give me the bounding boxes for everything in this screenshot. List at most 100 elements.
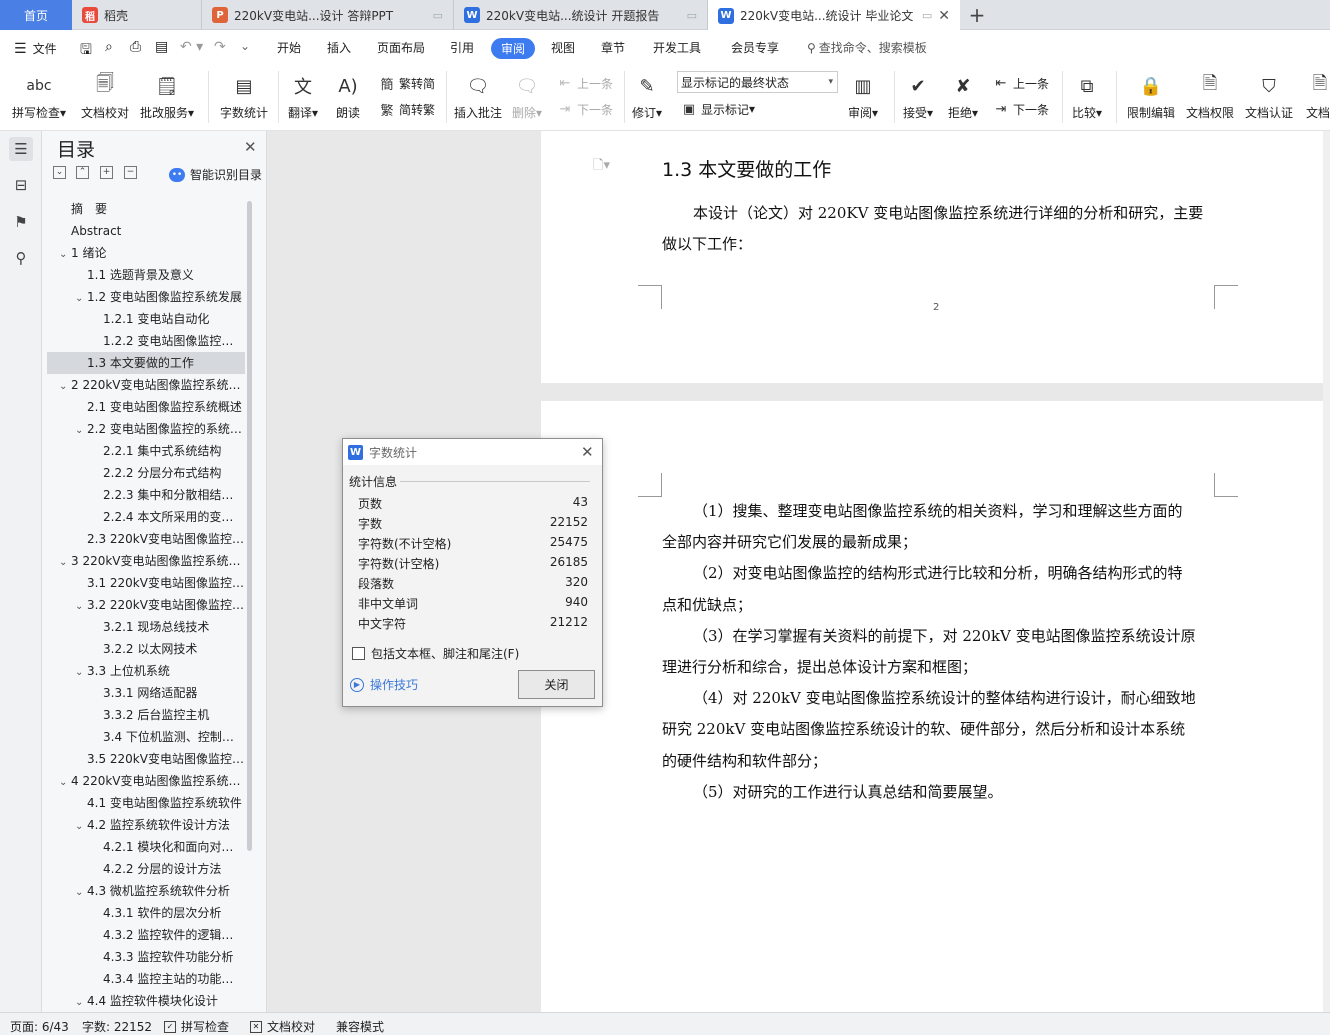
outline-item[interactable]: ⌄ 3.2 220kV变电站图像监控系统 (47, 594, 245, 616)
chevron-down-icon[interactable]: ⌄ (75, 816, 87, 836)
remove-heading-icon[interactable]: − (124, 166, 137, 179)
doc-permission-button[interactable]: 🗎 文档权限 (1186, 71, 1234, 121)
bookmark-icon[interactable]: ⚑ (9, 210, 33, 234)
next-change-button[interactable]: ⇥ 下一条 (992, 100, 1049, 118)
chevron-down-icon[interactable]: ⌄ (75, 992, 87, 1012)
review-pane-button[interactable]: ▥ 审阅▾ (848, 71, 878, 121)
menu-view[interactable]: 视图 (551, 39, 575, 56)
outline-item[interactable]: ⌄ 2.2 变电站图像监控的系统结构 (47, 418, 245, 440)
doc-cert-button[interactable]: ⛉ 文档认证 (1245, 71, 1293, 121)
chevron-down-icon[interactable]: ⌄ (75, 662, 87, 682)
outline-scrollbar[interactable] (247, 201, 252, 851)
annotate-service-button[interactable]: 🗒 批改服务▾ (140, 71, 194, 121)
outline-item[interactable]: ⌄ 3.3 上位机系统 (47, 660, 245, 682)
tab-home[interactable]: 首页 (0, 0, 72, 30)
outline-item[interactable]: ⌄ 4.4 监控软件模块化设计 (47, 990, 245, 1012)
outline-item[interactable]: 2.2.3 集中和分散相结合结构 (47, 484, 245, 506)
outline-item[interactable]: 1.1 选题背景及意义 (47, 264, 245, 286)
chevron-down-icon[interactable]: ⌄ (59, 552, 71, 572)
chevron-down-icon[interactable]: ⌄ (75, 596, 87, 616)
accept-button[interactable]: ✔ 接受▾ (903, 71, 933, 121)
spellcheck-button[interactable]: abc 拼写检查▾ (12, 71, 66, 121)
word-count-indicator[interactable]: 字数: 22152 (82, 1018, 152, 1035)
outline-item[interactable]: 4.3.4 监控主站的功能分析 (47, 968, 245, 990)
restrict-edit-button[interactable]: 🔒 限制编辑 (1127, 71, 1175, 121)
insert-comment-button[interactable]: 🗨 插入批注 (454, 71, 502, 121)
outline-item[interactable]: 4.2.2 分层的设计方法 (47, 858, 245, 880)
print-icon[interactable]: ⎙ (130, 39, 141, 55)
menu-member[interactable]: 会员专享 (731, 39, 779, 56)
proof-status[interactable]: ✕ 文档校对 (250, 1018, 315, 1035)
read-aloud-button[interactable]: A) 朗读 (334, 71, 362, 121)
outline-item[interactable]: ⌄ 2 220kV变电站图像监控系统结构 (47, 374, 245, 396)
add-heading-icon[interactable]: + (100, 166, 113, 179)
compare-button[interactable]: ⧉ 比较▾ (1072, 71, 1102, 121)
outline-item[interactable]: Abstract (47, 220, 245, 242)
outline-icon[interactable]: ☰ (9, 137, 33, 161)
outline-item[interactable]: ⌄ 4.2 监控系统软件设计方法 (47, 814, 245, 836)
outline-item[interactable]: 1.3 本文要做的工作 (47, 352, 245, 374)
outline-item[interactable]: 3.5 220kV变电站图像监控系统 (47, 748, 245, 770)
spellcheck-status[interactable]: ✓ 拼写检查 (164, 1018, 229, 1035)
close-icon[interactable]: ✕ (244, 138, 257, 156)
outline-item[interactable]: 3.1 220kV变电站图像监控系统 (47, 572, 245, 594)
chevron-down-icon[interactable]: ⌄ (75, 882, 87, 902)
outline-item[interactable]: 4.2.1 模块化和面向对象方法 (47, 836, 245, 858)
menu-reference[interactable]: 引用 (450, 39, 474, 56)
chevron-down-icon[interactable]: ⌄ (75, 288, 87, 308)
menu-insert[interactable]: 插入 (327, 39, 351, 56)
outline-item[interactable]: 3.3.2 后台监控主机 (47, 704, 245, 726)
file-menu[interactable]: ☰ 文件 (14, 40, 57, 57)
outline-item[interactable]: 4.3.2 监控软件的逻辑结构 (47, 924, 245, 946)
tab-thesis[interactable]: W 220kV变电站...统设计 毕业论文 ▭ ✕ (708, 0, 960, 31)
redo-icon[interactable]: ↷ (214, 39, 226, 55)
command-search[interactable]: ⚲ 查找命令、搜索模板 (807, 39, 927, 56)
translate-button[interactable]: 文 翻译▾ (288, 71, 318, 121)
outline-item[interactable]: 3.2.2 以太网技术 (47, 638, 245, 660)
undo-icon[interactable]: ↶ ▾ (180, 39, 203, 55)
outline-item[interactable]: ⌄ 4.3 微机监控系统软件分析 (47, 880, 245, 902)
outline-item[interactable]: 4.1 变电站图像监控系统软件 (47, 792, 245, 814)
outline-item[interactable]: 1.2.2 变电站图像监控系统 (47, 330, 245, 352)
outline-item[interactable]: 4.3.1 软件的层次分析 (47, 902, 245, 924)
to-traditional-button[interactable]: 簡 繁转简 (378, 74, 435, 93)
chevron-down-icon[interactable]: ⌄ (75, 420, 87, 440)
outline-item[interactable]: 3.4 下位机监测、控制单元 (47, 726, 245, 748)
tab-ppt[interactable]: P 220kV变电站...设计 答辩PPT ▭ (202, 0, 454, 30)
prev-change-button[interactable]: ⇤ 上一条 (992, 74, 1049, 92)
delete-comment-button[interactable]: 🗨 删除▾ (512, 71, 542, 121)
to-simplified-button[interactable]: 繁 简转繁 (378, 100, 435, 119)
outline-item[interactable]: 1.2.1 变电站自动化 (47, 308, 245, 330)
wordcount-button[interactable]: ▤ 字数统计 (220, 71, 268, 121)
tab-report[interactable]: W 220kV变电站...统设计 开题报告 ▭ (454, 0, 708, 30)
menu-start[interactable]: 开始 (277, 39, 301, 56)
menu-review[interactable]: 审阅 (491, 38, 536, 59)
new-tab-button[interactable]: + (962, 0, 992, 30)
chapter-nav-icon[interactable]: ⊟ (9, 173, 33, 197)
show-markup-button[interactable]: ▣ 显示标记 ▾ (680, 100, 755, 118)
include-textbox-checkbox[interactable]: 包括文本框、脚注和尾注(F) (352, 645, 519, 662)
collapse-all-icon[interactable]: ⌄ (53, 166, 66, 179)
tab-docer[interactable]: 稻 稻壳 (72, 0, 202, 30)
find-icon[interactable]: ⚲ (9, 246, 33, 270)
close-icon[interactable]: ✕ (581, 443, 594, 461)
doc-more-button[interactable]: 🗎 文档 (1306, 71, 1330, 121)
outline-item[interactable]: ⌄ 1 绪论 (47, 242, 245, 264)
page-indicator[interactable]: 页面: 6/43 (10, 1018, 69, 1035)
outline-item[interactable]: 3.3.1 网络适配器 (47, 682, 245, 704)
prev-comment-button[interactable]: ⇤ 上一条 (556, 74, 613, 92)
tips-link[interactable]: ▶ 操作技巧 (350, 676, 418, 693)
outline-item[interactable]: 2.2.4 本文所采用的变电站结构 (47, 506, 245, 528)
markup-state-select[interactable]: 显示标记的最终状态 ▾ (677, 71, 838, 93)
outline-item[interactable]: 4.3.3 监控软件功能分析 (47, 946, 245, 968)
save-icon[interactable]: 🖫 (80, 39, 92, 63)
next-comment-button[interactable]: ⇥ 下一条 (556, 100, 613, 118)
chevron-down-icon[interactable]: ⌄ (240, 39, 250, 53)
menu-devtools[interactable]: 开发工具 (653, 39, 701, 56)
outline-item[interactable]: 2.1 变电站图像监控系统概述 (47, 396, 245, 418)
expand-all-icon[interactable]: ⌃ (76, 166, 89, 179)
outline-item[interactable]: 摘 要 (47, 198, 245, 220)
document-scrollbar[interactable] (1323, 131, 1330, 1012)
paragraph-style-icon[interactable]: 🗋▾ (593, 156, 610, 178)
outline-item[interactable]: 2.2.2 分层分布式结构 (47, 462, 245, 484)
